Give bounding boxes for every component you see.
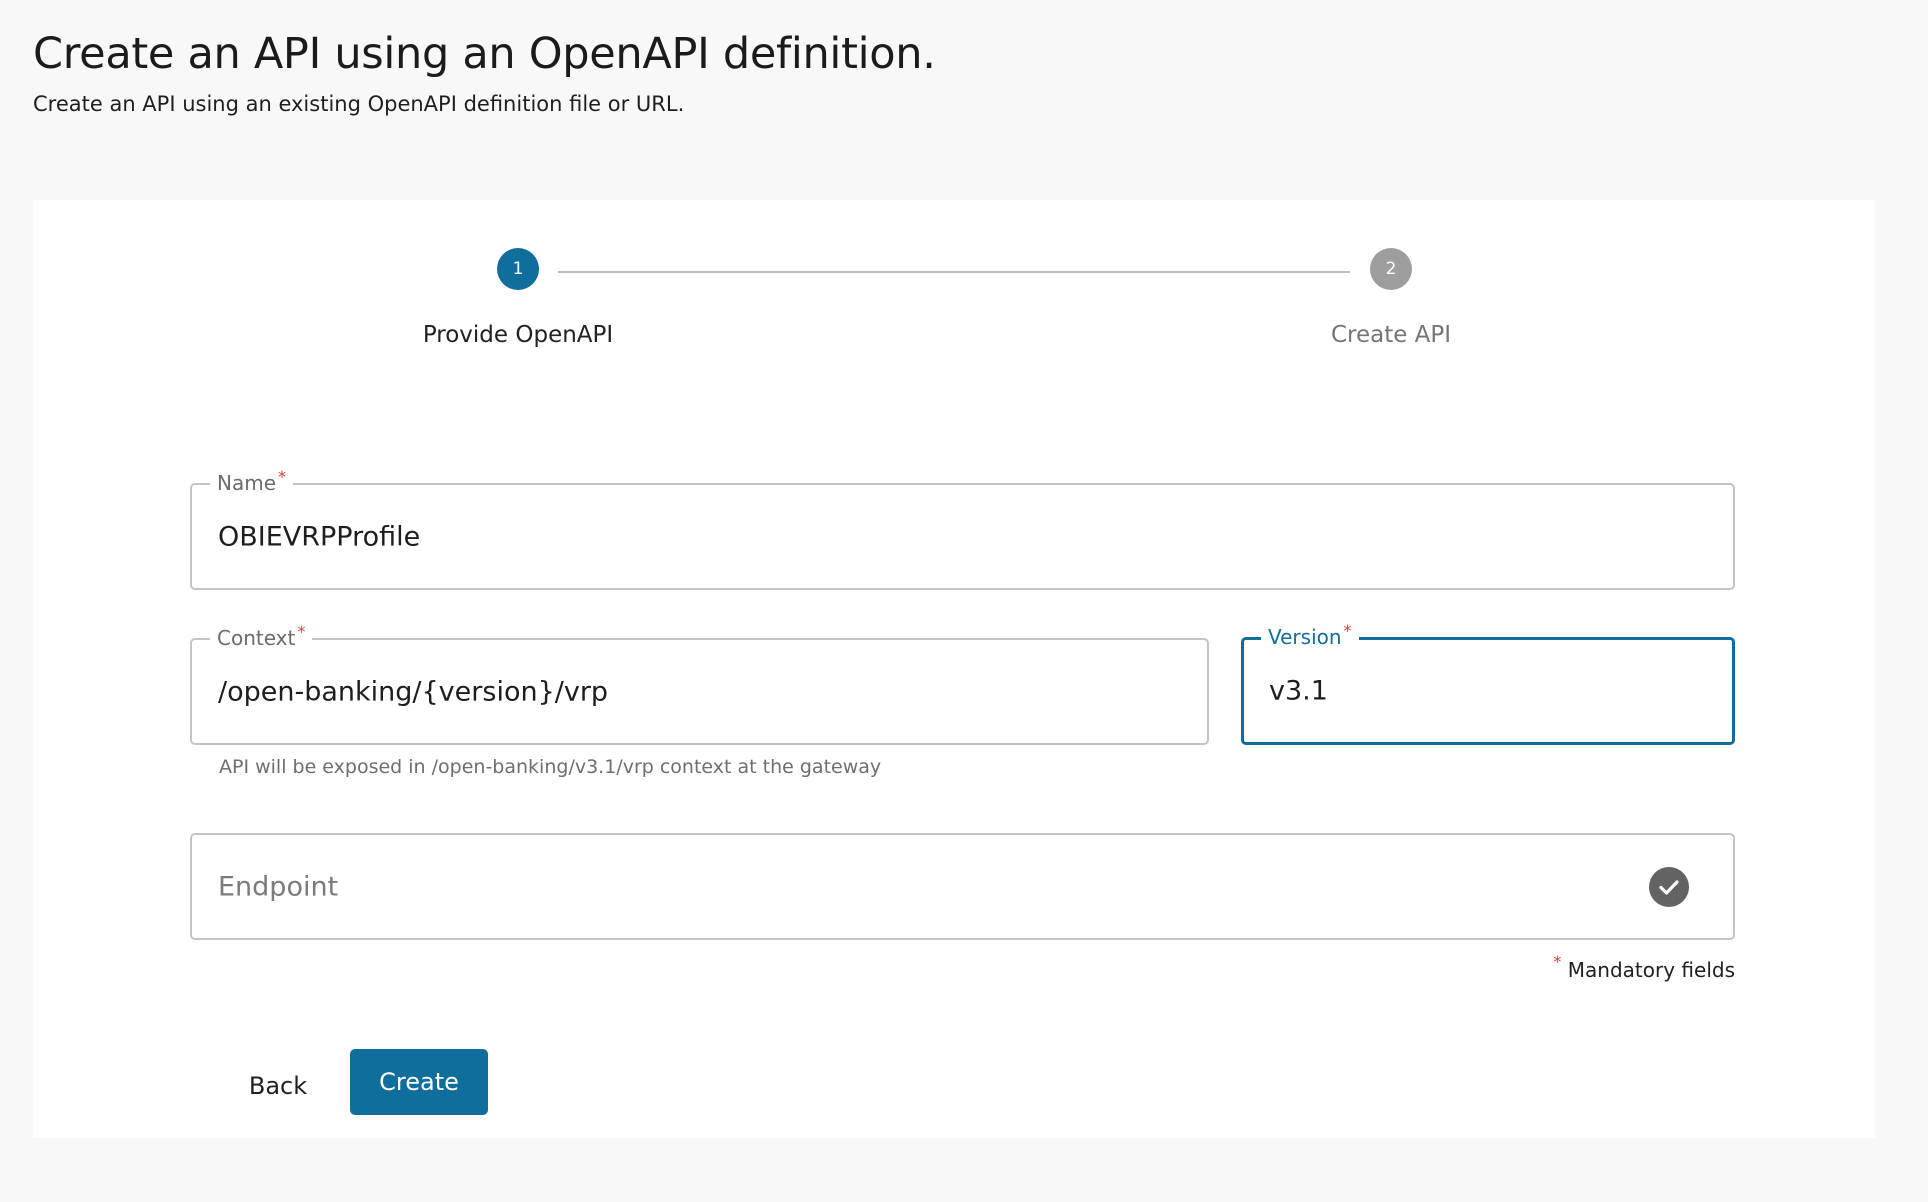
mandatory-note: * Mandatory fields <box>1551 952 1735 982</box>
context-label-text: Context <box>217 626 296 650</box>
context-required-mark: * <box>297 622 306 641</box>
back-button[interactable]: Back <box>228 1053 328 1119</box>
version-required-mark: * <box>1343 621 1352 640</box>
create-button[interactable]: Create <box>350 1049 488 1115</box>
endpoint-field[interactable] <box>190 833 1735 940</box>
name-label-text: Name <box>217 471 277 495</box>
context-field[interactable]: Context * <box>190 622 1209 745</box>
version-input[interactable] <box>1269 675 1660 707</box>
context-label: Context * <box>210 622 313 650</box>
version-label: Version * <box>1261 621 1359 649</box>
name-label: Name * <box>210 467 294 495</box>
mandatory-text: Mandatory fields <box>1567 958 1735 982</box>
name-input[interactable] <box>218 521 1451 552</box>
step-1-indicator: 1 <box>497 248 539 290</box>
mandatory-mark: * <box>1553 952 1562 971</box>
endpoint-input[interactable] <box>218 871 1451 902</box>
name-field[interactable]: Name * <box>190 467 1735 590</box>
version-label-text: Version <box>1268 625 1342 649</box>
step-2-label: Create API <box>1330 322 1452 348</box>
create-api-card: 1 2 Provide OpenAPI Create API Name* Con… <box>33 200 1875 1138</box>
name-required-mark: * <box>278 467 287 486</box>
context-input[interactable] <box>218 676 1030 707</box>
step-2-number: 2 <box>1385 259 1397 279</box>
page-title: Create an API using an OpenAPI definitio… <box>33 29 936 79</box>
context-helper-text: API will be exposed in /open-banking/v3.… <box>219 756 882 778</box>
page-subtitle: Create an API using an existing OpenAPI … <box>33 92 685 116</box>
step-connector <box>558 271 1350 273</box>
version-field[interactable]: Version * <box>1241 621 1735 745</box>
step-1-number: 1 <box>512 259 524 279</box>
stepper: 1 2 Provide OpenAPI Create API <box>33 200 1875 400</box>
step-2-indicator: 2 <box>1370 248 1412 290</box>
check-circle-icon <box>1649 866 1689 907</box>
page-header: Create an API using an OpenAPI definitio… <box>33 26 936 116</box>
step-1-label: Provide OpenAPI <box>422 322 614 348</box>
